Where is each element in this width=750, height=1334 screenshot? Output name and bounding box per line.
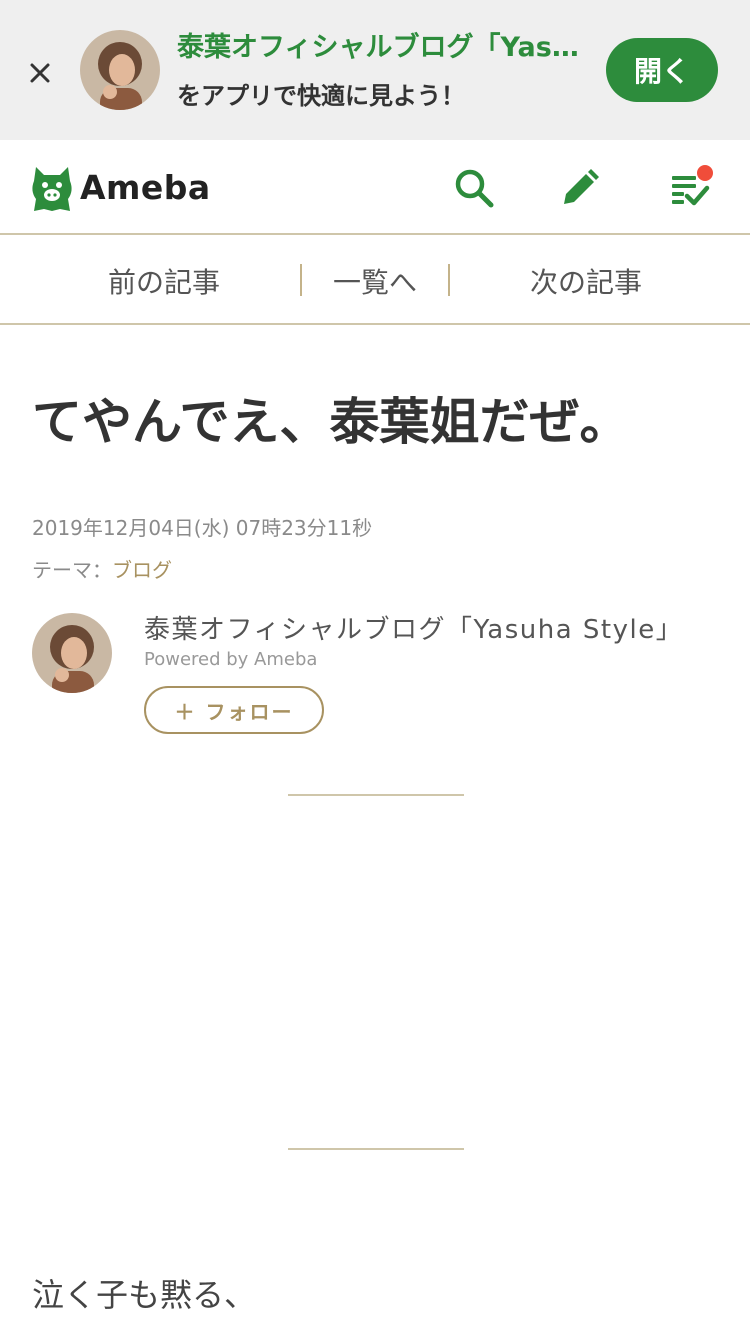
banner-title: 泰葉オフィシャルブログ「Yasuha Style」 [177,32,592,63]
article-list-link[interactable]: 一覧へ [333,261,417,301]
article-navigation: 前の記事 一覧へ 次の記事 [0,237,750,325]
ameba-logo[interactable]: Ameba [30,161,211,213]
close-icon[interactable] [22,55,58,91]
next-article-link[interactable]: 次の記事 [530,261,642,301]
logo-text: Ameba [80,167,211,207]
blog-avatar [80,30,160,110]
ameba-pig-icon [32,167,72,211]
prev-article-link[interactable]: 前の記事 [108,261,220,301]
notification-badge [697,165,713,181]
powered-by: Powered by Ameba [144,649,318,670]
divider [288,794,464,796]
article-date: 2019年12月04日(水) 07時23分11秒 [32,516,373,540]
pencil-icon[interactable] [560,168,600,208]
author-avatar[interactable] [32,613,112,693]
banner-subtitle: をアプリで快適に見よう！ [177,82,465,110]
open-app-button[interactable]: 開く [606,38,718,102]
search-icon[interactable] [454,168,494,208]
author-blog-name[interactable]: 泰葉オフィシャルブログ「Yasuha Style」 [144,609,683,646]
theme-link[interactable]: ブログ [112,558,172,582]
app-install-banner: 泰葉オフィシャルブログ「Yasuha Style」 をアプリで快適に見よう！ 開… [0,0,750,140]
article-theme: テーマ：ブログ [32,554,172,583]
article-title: てやんでえ、泰葉姐だぜ。 [32,393,630,451]
nav-separator [448,264,450,296]
article-body-text: 泣く子も黙る、 [32,1276,257,1314]
follow-button[interactable]: ＋ フォロー [144,686,324,734]
divider [288,1148,464,1150]
nav-separator [300,264,302,296]
theme-label: テーマ： [32,558,112,582]
site-header: Ameba [0,140,750,235]
